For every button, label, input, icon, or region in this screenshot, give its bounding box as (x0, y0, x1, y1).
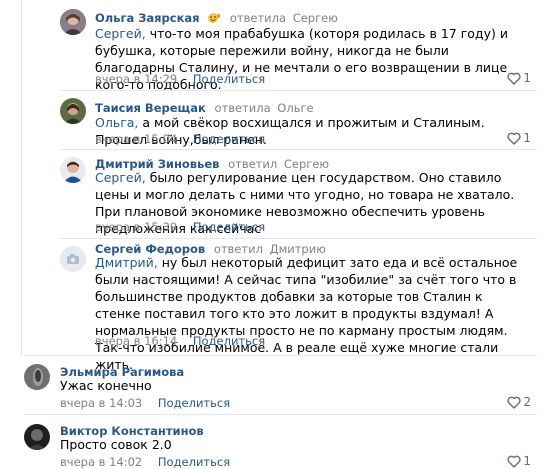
avatar-photo (24, 364, 50, 390)
reply-target-link[interactable]: Сергею (293, 11, 338, 25)
share-button[interactable]: Поделиться (158, 455, 230, 469)
avatar-photo (24, 424, 50, 450)
share-button[interactable]: Поделиться (193, 334, 265, 348)
divider (60, 238, 537, 239)
heart-outline-icon (507, 72, 521, 85)
avatar-photo (60, 9, 86, 35)
like-button[interactable]: 1 (507, 131, 531, 145)
divider (60, 90, 537, 91)
reply-label: ответила (214, 101, 271, 115)
comment-body: Ужас конечно (60, 378, 152, 393)
heart-outline-icon (507, 396, 521, 409)
avatar[interactable] (60, 246, 86, 272)
avatar[interactable] (60, 157, 86, 183)
mention-link[interactable]: Сергей, (95, 26, 146, 41)
avatar[interactable] (60, 9, 86, 35)
like-count: 1 (523, 454, 531, 468)
heart-outline-icon (507, 132, 521, 145)
divider (24, 414, 537, 415)
like-button[interactable]: 1 (507, 454, 531, 468)
share-button[interactable]: Поделиться (193, 132, 265, 146)
share-button[interactable]: Поделиться (193, 220, 265, 234)
share-button[interactable]: Поделиться (193, 72, 265, 86)
like-button[interactable]: 1 (507, 71, 531, 85)
share-button[interactable]: Поделиться (158, 396, 230, 410)
mention-link[interactable]: Сергей, (95, 170, 146, 185)
divider (24, 355, 537, 356)
reply-target-link[interactable]: Ольге (277, 101, 313, 115)
like-count: 2 (523, 395, 531, 409)
reply-label: ответила (229, 11, 287, 25)
mention-link[interactable]: Ольга, (95, 115, 138, 130)
comment-time[interactable]: вчера в 15:39 (95, 220, 177, 234)
camera-placeholder-icon (60, 246, 86, 272)
comment-time[interactable]: вчера в 15:04 (95, 132, 177, 146)
comment-time[interactable]: вчера в 14:03 (60, 396, 142, 410)
avatar-photo (60, 157, 86, 183)
comment-body: Просто совок 2.0 (60, 437, 172, 452)
comment-text: Ужас конечно (60, 377, 500, 394)
avatar[interactable] (60, 98, 86, 124)
like-count: 1 (523, 71, 531, 85)
thread-line (21, 0, 22, 355)
like-button[interactable]: 2 (507, 395, 531, 409)
comment-time[interactable]: вчера в 14:29 (95, 72, 177, 86)
comment-time[interactable]: вчера в 14:02 (60, 455, 142, 469)
comment-text: Просто совок 2.0 (60, 436, 500, 453)
avatar[interactable] (24, 364, 50, 390)
avatar[interactable] (24, 424, 50, 450)
comment-author[interactable]: Ольга Заярская (95, 11, 200, 25)
divider (60, 149, 537, 150)
comment-time[interactable]: вчера в 16:14 (95, 334, 177, 348)
heart-outline-icon (507, 455, 521, 468)
comment-author[interactable]: Таисия Верещак (95, 101, 206, 115)
avatar-photo (60, 98, 86, 124)
like-count: 1 (523, 131, 531, 145)
mention-link[interactable]: Дмитрий, (95, 255, 158, 270)
